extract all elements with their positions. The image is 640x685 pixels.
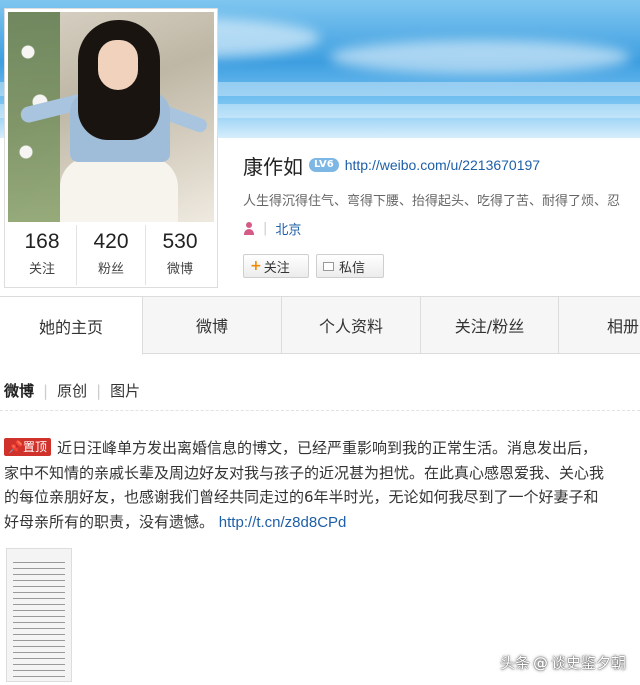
person-icon <box>243 222 255 235</box>
post-short-link[interactable]: http://t.cn/z8d8CPd <box>219 514 347 531</box>
avatar-card: 168 关注 420 粉丝 530 微博 <box>4 8 218 288</box>
watermark-prefix: 头条 <box>499 654 530 672</box>
post-text-line: 的每位亲朋好友，也感谢我们曾经共同走过的6年半时光，无论如何我尽到了一个好妻子和 <box>4 488 599 506</box>
profile-nav-tabs: 她的主页 微博 个人资料 关注/粉丝 相册 <box>0 296 640 355</box>
feed-filter-tabs: 微博 | 原创 | 图片 <box>4 380 140 401</box>
feed-divider <box>0 410 640 411</box>
post-image-thumbnail[interactable] <box>6 548 72 682</box>
location-row: | 北京 <box>243 219 301 238</box>
post-text-line: 近日汪峰单方发出离婚信息的博文，已经严重影响到我的正常生活。消息发出后， <box>56 439 597 457</box>
stat-value: 168 <box>24 230 60 253</box>
subtab-separator: | <box>43 381 49 400</box>
subtab-separator: | <box>96 381 102 400</box>
stat-following[interactable]: 168 关注 <box>8 225 77 285</box>
location-separator: | <box>263 221 268 236</box>
follow-button-label: 关注 <box>263 260 290 276</box>
pin-icon: 📌 <box>8 440 23 454</box>
message-button-label: 私信 <box>339 260 366 276</box>
profile-bio: 人生得沉得住气、弯得下腰、抬得起头、吃得了苦、耐得了烦、忍 <box>243 194 621 209</box>
source-watermark: 头条 @ 谈史鉴夕朝 <box>500 652 626 673</box>
pinned-post: 📌置顶 近日汪峰单方发出离婚信息的博文，已经严重影响到我的正常生活。消息发出后， … <box>4 436 640 534</box>
profile-name: 康作如 <box>243 154 303 179</box>
location-link[interactable]: 北京 <box>275 219 301 238</box>
profile-url-link[interactable]: http://weibo.com/u/2213670197 <box>345 157 540 173</box>
stat-label: 微博 <box>166 262 193 277</box>
post-text-line: 好母亲所有的职责，没有遗憾。 <box>4 512 215 531</box>
vip-badge-icon[interactable]: LV6 <box>309 158 339 172</box>
tab-home[interactable]: 她的主页 <box>0 297 143 355</box>
profile-name-row: 康作如 LV6 http://weibo.com/u/2213670197 <box>243 152 540 179</box>
stat-value: 530 <box>162 230 198 253</box>
stat-posts[interactable]: 530 微博 <box>146 225 214 285</box>
pin-label: 置顶 <box>22 440 47 454</box>
watermark-at: @ <box>532 653 548 672</box>
message-button[interactable]: 私信 <box>316 254 384 278</box>
avatar[interactable] <box>8 12 214 222</box>
watermark-handle: 谈史鉴夕朝 <box>550 654 626 672</box>
mail-icon <box>323 261 334 271</box>
subtab-weibo[interactable]: 微博 <box>4 380 34 401</box>
stat-value: 420 <box>93 230 129 253</box>
plus-icon: + <box>250 258 262 274</box>
follow-button[interactable]: + 关注 <box>243 254 309 278</box>
profile-stats: 168 关注 420 粉丝 530 微博 <box>8 225 214 285</box>
stat-label: 关注 <box>28 262 55 277</box>
post-text-line: 家中不知情的亲戚长辈及周边好友对我与孩子的近况甚为担忧。在此真心感恩爱我、关心我 <box>4 463 605 482</box>
subtab-original[interactable]: 原创 <box>57 380 87 401</box>
tab-profile-info[interactable]: 个人资料 <box>282 297 421 353</box>
stat-label: 粉丝 <box>97 262 124 277</box>
stat-followers[interactable]: 420 粉丝 <box>77 225 146 285</box>
tab-follow-fans[interactable]: 关注/粉丝 <box>421 297 559 353</box>
tab-album[interactable]: 相册 <box>559 297 640 353</box>
tab-weibo[interactable]: 微博 <box>143 297 282 353</box>
pin-badge: 📌置顶 <box>4 438 51 456</box>
subtab-pictures[interactable]: 图片 <box>110 380 140 401</box>
